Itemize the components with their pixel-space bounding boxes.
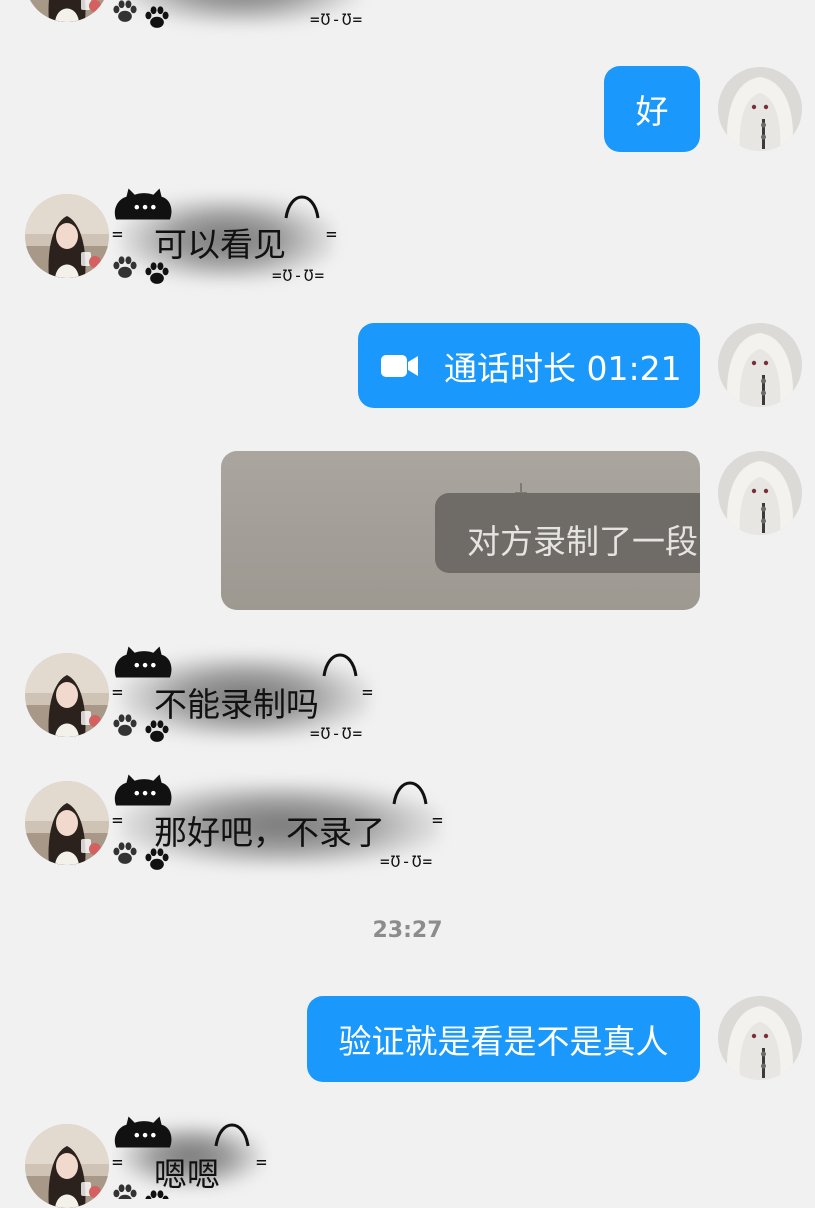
eq-decoration-left: =: [112, 810, 123, 831]
contact-avatar[interactable]: [25, 194, 109, 278]
cat-head-icon: [112, 1110, 174, 1152]
paw-icon: [113, 0, 169, 28]
user-avatar[interactable]: [718, 323, 802, 407]
paw-icon: [113, 714, 169, 742]
video-overlay-text: 对方录制了一段: [467, 522, 698, 561]
message-bubble-incoming[interactable]: = = 可以看见 =Ʊ-Ʊ=: [112, 182, 344, 292]
paw-icon: [113, 256, 169, 284]
cat-head-icon: [112, 640, 174, 682]
message-text: 那好吧，不录了: [154, 813, 385, 852]
user-avatar[interactable]: [718, 451, 802, 535]
message-bubble-incoming[interactable]: = = 不能录制吗 =Ʊ-Ʊ=: [112, 640, 380, 750]
arc-decoration: [284, 195, 320, 219]
arc-decoration: [322, 653, 358, 677]
message-text: 不能录制吗: [154, 685, 319, 724]
message-bubble-incoming[interactable]: = = 那好吧，不录了 =Ʊ-Ʊ=: [112, 768, 450, 878]
eq-decoration-right: =: [432, 810, 443, 831]
eq-decoration-left: =: [112, 682, 123, 703]
message-text: 好: [635, 92, 669, 131]
contact-avatar[interactable]: [25, 1124, 109, 1208]
paw-icon: [113, 1184, 169, 1199]
contact-avatar[interactable]: [25, 0, 109, 22]
contact-avatar[interactable]: [25, 781, 109, 865]
cat-head-icon: [112, 768, 174, 810]
message-bubble-outgoing[interactable]: 验证就是看是不是真人: [307, 996, 700, 1082]
video-camera-icon: [381, 354, 418, 377]
contact-avatar[interactable]: [25, 653, 109, 737]
video-overlay-banner: 对方录制了一段: [435, 493, 700, 573]
message-bubble-incoming-partial: =Ʊ-Ʊ=: [112, 0, 382, 36]
message-bubble-incoming[interactable]: = = 嗯嗯: [112, 1110, 272, 1199]
arc-decoration: [214, 1123, 250, 1147]
eq-decoration-right: =: [256, 1152, 267, 1173]
face-decoration: =Ʊ-Ʊ=: [310, 10, 364, 29]
message-text: 验证就是看是不是真人: [338, 1022, 669, 1061]
call-record-bubble[interactable]: 通话时长 01:21: [358, 323, 700, 408]
eq-decoration-right: =: [362, 682, 373, 703]
call-duration-text: 通话时长 01:21: [444, 348, 682, 388]
eq-decoration-right: =: [326, 224, 337, 245]
video-message-card[interactable]: 对方录制了一段: [221, 451, 700, 610]
eq-decoration-left: =: [112, 224, 123, 245]
face-decoration: =Ʊ-Ʊ=: [310, 724, 364, 743]
paw-icon: [113, 842, 169, 870]
message-bubble-outgoing[interactable]: 好: [604, 66, 700, 152]
face-decoration: =Ʊ-Ʊ=: [380, 852, 434, 871]
user-avatar[interactable]: [718, 67, 802, 151]
arc-decoration: [392, 781, 428, 805]
eq-decoration-left: =: [112, 1152, 123, 1173]
user-avatar[interactable]: [718, 996, 802, 1080]
face-decoration: =Ʊ-Ʊ=: [272, 266, 326, 285]
timestamp: 23:27: [372, 918, 443, 943]
